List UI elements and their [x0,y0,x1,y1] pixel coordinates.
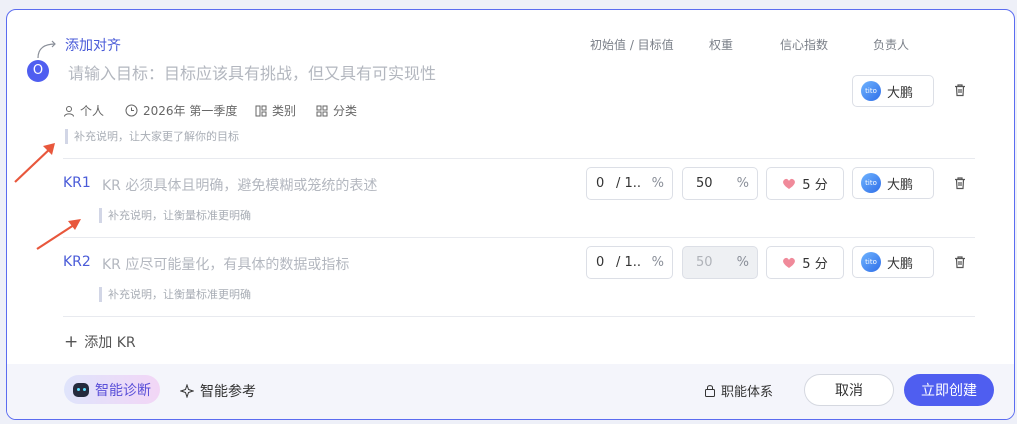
kr1-weight-unit: % [736,176,749,191]
meta-group[interactable]: 分类 [316,102,357,119]
smart-reference-label: 智能参考 [200,384,256,400]
col-confidence-header: 信心指数 [780,38,829,52]
align-curve-icon [37,40,56,59]
delete-kr2-trash-icon[interactable] [953,255,967,269]
kr1-label: KR1 [63,175,91,191]
delete-objective-trash-icon[interactable] [953,83,967,97]
kr2-target: / 1.. [616,255,642,270]
owner-avatar: tito [861,81,881,101]
kr2-unit: % [651,255,664,270]
kr1-weight: 50 [696,176,713,191]
smart-reference-button[interactable]: 智能参考 [180,381,256,401]
category-icon [255,105,267,116]
robot-icon [73,382,89,397]
divider-3 [63,316,975,317]
kr1-value-field[interactable]: 0 / 1.. % [586,167,673,200]
meta-category-label: 类别 [272,104,297,118]
kr2-note-input[interactable]: 补充说明，让衡量标准更明确 [99,287,251,302]
owner-avatar: tito [861,173,881,193]
meta-period[interactable]: 2026年 第一季度 [125,102,237,119]
function-system-button[interactable]: 职能体系 [704,381,773,400]
cancel-button[interactable]: 取消 [804,374,894,406]
kr1-note-input[interactable]: 补充说明，让衡量标准更明确 [99,208,251,223]
kr1-target: / 1.. [616,176,642,191]
kr1-owner-select[interactable]: tito 大鹏 [852,167,934,199]
grid-icon [316,105,328,116]
divider-2 [63,237,975,238]
kr2-owner-select[interactable]: tito 大鹏 [852,246,934,278]
objective-note-input[interactable]: 补充说明，让大家更了解你的目标 [65,129,239,144]
function-system-label: 职能体系 [721,385,774,400]
heart-icon [783,257,796,268]
sparkle-icon [180,384,194,398]
kr2-weight-field: 50 % [682,246,758,279]
okr-editor-card: 添加对齐 初始值 / 目标值 权重 信心指数 负责人 O 请输入目标：目标应该具… [6,9,1015,420]
kr2-initial: 0 [596,255,605,270]
footer-bar: 智能诊断 智能参考 职能体系 取消 立即创建 [7,364,1014,419]
create-button[interactable]: 立即创建 [904,374,994,406]
kr1-owner-name: 大鹏 [887,177,914,193]
meta-category[interactable]: 类别 [255,102,296,119]
annotation-arrow-2 [36,219,81,250]
kr2-owner-name: 大鹏 [887,256,914,272]
meta-type[interactable]: 个人 [63,102,104,119]
smart-diagnose-label: 智能诊断 [95,382,151,399]
col-weight-header: 权重 [709,38,734,52]
meta-type-label: 个人 [80,104,105,118]
clock-icon [125,104,138,117]
owner-name: 大鹏 [887,85,914,101]
kr2-confidence-field[interactable]: 5 分 [766,246,844,279]
kr1-weight-field[interactable]: 50 % [682,167,758,200]
kr2-weight: 50 [696,255,713,270]
kr2-confidence: 5 分 [802,257,828,272]
delete-kr1-trash-icon[interactable] [953,176,967,190]
kr1-confidence-field[interactable]: 5 分 [766,167,844,200]
kr1-confidence: 5 分 [802,178,828,193]
add-align-link[interactable]: 添加对齐 [65,35,121,55]
add-kr-button[interactable]: + 添加 KR [64,332,136,352]
meta-period-label: 2026年 第一季度 [143,104,238,118]
plus-icon: + [64,332,79,352]
owner-avatar: tito [861,252,881,272]
person-icon [64,105,74,117]
annotation-arrow-1 [14,143,55,183]
add-kr-label: 添加 KR [84,335,136,351]
col-owner-header: 负责人 [873,38,910,52]
smart-diagnose-button[interactable]: 智能诊断 [64,375,160,404]
lock-icon [705,385,715,397]
kr2-value-field[interactable]: 0 / 1.. % [586,246,673,279]
objective-badge: O [27,60,49,82]
divider-1 [63,158,975,159]
kr2-input[interactable]: KR 应尽可能量化，有具体的数据或指标 [102,254,349,274]
col-value-header: 初始值 / 目标值 [590,38,674,52]
heart-icon [783,178,796,189]
kr2-label: KR2 [63,254,91,270]
kr1-initial: 0 [596,176,605,191]
objective-input[interactable]: 请输入目标：目标应该具有挑战，但又具有可实现性 [68,60,436,84]
objective-owner-select[interactable]: tito 大鹏 [852,75,934,107]
kr1-input[interactable]: KR 必须具体且明确，避免模糊或笼统的表述 [102,175,377,195]
kr2-weight-unit: % [736,255,749,270]
kr1-unit: % [651,176,664,191]
meta-group-label: 分类 [333,104,358,118]
